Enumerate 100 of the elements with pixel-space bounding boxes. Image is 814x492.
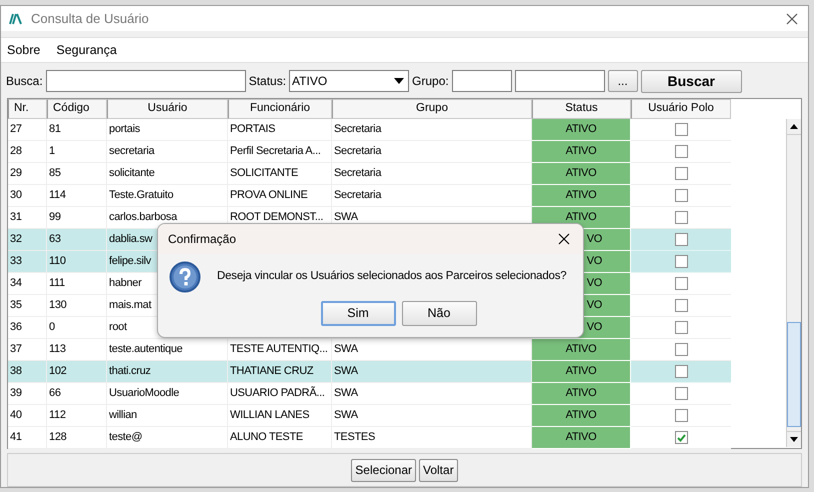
table-cell-text: teste@	[109, 430, 142, 446]
status-cell-text: ATIVO	[566, 408, 596, 424]
checkbox[interactable]	[674, 233, 688, 246]
browse-button[interactable]: ...	[608, 70, 638, 92]
app-logo-icon	[9, 12, 23, 24]
status-cell-text: VO	[586, 232, 602, 248]
table-cell-text: Secretaria	[334, 188, 382, 204]
table-cell-text: teste.autentique	[109, 342, 182, 358]
close-icon[interactable]	[786, 12, 798, 24]
table-cell-text: 35	[10, 298, 22, 314]
table-cell-text: 128	[49, 430, 66, 446]
table-cell-text: 28	[10, 144, 22, 160]
table-cell-text: solicitante	[109, 166, 155, 182]
table-cell-text: carlos.barbosa	[109, 210, 177, 226]
table-cell-text: 34	[10, 276, 22, 292]
table-cell-text: 114	[49, 188, 66, 204]
column-header[interactable]: Nr.	[8, 99, 47, 119]
table-cell-text: PROVA ONLINE	[230, 188, 308, 204]
search-button[interactable]: Buscar	[640, 70, 742, 92]
close-icon[interactable]	[558, 233, 570, 245]
checkbox[interactable]	[674, 211, 688, 224]
status-cell-text: ATIVO	[566, 188, 596, 204]
table-cell-text: 63	[49, 232, 61, 248]
table-cell-text: mais.mat	[109, 298, 152, 314]
table-cell-text: 36	[10, 320, 22, 336]
table-cell-text: WILLIAN LANES	[230, 408, 310, 424]
dropdown-arrow-icon	[394, 78, 404, 84]
dialog-button[interactable]: Sim	[320, 301, 396, 326]
table-cell-text: SWA	[334, 210, 358, 226]
checkbox[interactable]	[674, 167, 688, 180]
column-header[interactable]: Grupo	[332, 99, 532, 119]
table-cell-text: willian	[109, 408, 137, 424]
menu-item[interactable]: Segurança	[56, 40, 117, 60]
table-cell-text: TESTES	[334, 430, 375, 446]
table-cell-text: TESTE AUTENTIQ...	[230, 342, 328, 358]
table-cell-text: 66	[49, 386, 61, 402]
column-header[interactable]: Usuário Polo	[631, 99, 731, 119]
table-cell-text: SWA	[334, 364, 358, 380]
footer-button[interactable]: Voltar	[419, 458, 458, 482]
table-cell-text: 37	[10, 342, 22, 358]
checkbox[interactable]	[674, 123, 688, 136]
dialog-message: Deseja vincular os Usuários selecionados aos Parceiros selecionados?	[217, 269, 566, 284]
checkbox[interactable]	[674, 255, 688, 268]
group-label: Grupo:	[412, 73, 449, 90]
table-cell-text: UsuarioMoodle	[109, 386, 180, 402]
checkbox[interactable]	[674, 321, 688, 334]
table-cell-text: USUARIO PADRÃ...	[230, 385, 325, 402]
table-cell-text: secretaria	[109, 144, 154, 160]
table-cell-text: Perfil Secretaria A...	[230, 144, 321, 160]
table-cell-text: 99	[49, 210, 61, 226]
table-cell-text: SOLICITANTE	[230, 166, 298, 182]
checkbox[interactable]	[674, 365, 688, 378]
status-cell-text: VO	[586, 276, 602, 292]
dialog-button[interactable]: Não	[402, 301, 476, 326]
table-cell-text: root	[109, 320, 127, 336]
table-cell-text: 39	[10, 386, 22, 402]
checkbox[interactable]	[674, 431, 688, 444]
checkbox[interactable]	[674, 277, 688, 290]
table-cell-text: 38	[10, 364, 22, 380]
group-code-field[interactable]	[452, 70, 512, 92]
table-cell-text: Secretaria	[334, 144, 382, 160]
status-cell-text: ATIVO	[566, 122, 596, 138]
column-header[interactable]: Código	[47, 99, 107, 119]
search-field[interactable]	[46, 70, 246, 92]
checkbox[interactable]	[674, 409, 688, 422]
column-header[interactable]: Usuário	[107, 99, 228, 119]
checkbox[interactable]	[674, 299, 688, 312]
table-cell-text: 41	[10, 430, 22, 446]
table-cell-text: 30	[10, 188, 22, 204]
scroll-up-icon[interactable]	[790, 124, 798, 129]
table-cell-text: 113	[49, 342, 66, 358]
scrollbar-thumb[interactable]	[787, 322, 801, 427]
status-dropdown[interactable]: ATIVO	[289, 70, 410, 92]
question-icon	[169, 261, 201, 293]
window-title: Consulta de Usuário	[31, 10, 149, 28]
checkbox[interactable]	[674, 387, 688, 400]
table-cell-text: 110	[49, 254, 66, 270]
table-cell-text: 27	[10, 122, 22, 138]
table-cell-text: PORTAIS	[230, 122, 276, 138]
table-cell-text: 81	[49, 122, 61, 138]
checkbox[interactable]	[674, 145, 688, 158]
table-cell-text: 112	[49, 408, 66, 424]
column-header[interactable]: Status	[532, 99, 631, 119]
table-cell-text: ROOT DEMONST...	[230, 210, 324, 226]
table-cell-text: 111	[49, 276, 65, 292]
column-header[interactable]: Funcionário	[228, 99, 332, 119]
scrollbar[interactable]	[786, 119, 801, 447]
checkbox[interactable]	[674, 189, 688, 202]
menu-item[interactable]: Sobre	[7, 40, 40, 60]
footer-button[interactable]: Selecionar	[351, 458, 416, 482]
scroll-down-icon[interactable]	[790, 437, 798, 442]
status-cell-text: VO	[586, 298, 602, 314]
status-cell-text: VO	[586, 320, 602, 336]
status-cell-text: ATIVO	[566, 144, 596, 160]
group-name-field[interactable]	[514, 70, 605, 92]
table-cell-text: 1	[49, 144, 55, 160]
status-label: Status:	[248, 73, 286, 90]
checkbox[interactable]	[674, 343, 688, 356]
status-cell-text: ATIVO	[566, 364, 596, 380]
table-cell-text: thati.cruz	[109, 364, 151, 380]
